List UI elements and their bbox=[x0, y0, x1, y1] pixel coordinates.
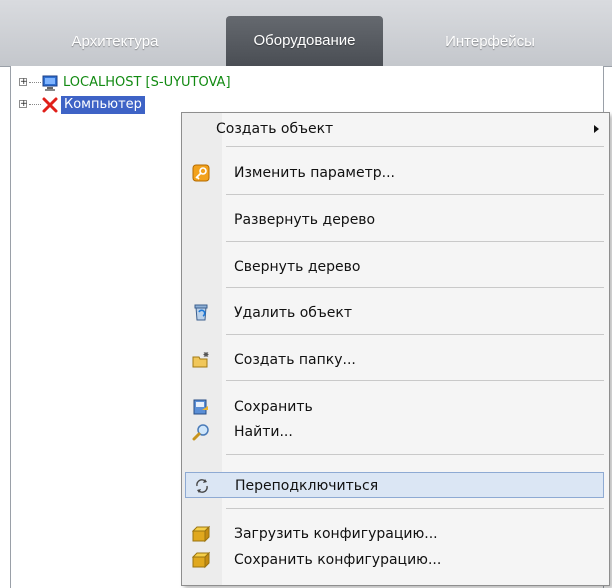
tree-connector bbox=[29, 82, 41, 83]
expand-icon[interactable]: + bbox=[19, 78, 28, 87]
menu-item-edit-parameter[interactable]: Изменить параметр... bbox=[182, 160, 609, 186]
menu-separator bbox=[226, 241, 604, 242]
menu-separator bbox=[226, 454, 604, 455]
menu-separator bbox=[226, 194, 604, 195]
menu-item-label: Найти... bbox=[234, 424, 293, 440]
menu-item-label: Сохранить bbox=[234, 399, 313, 415]
menu-item-reconnect[interactable]: Переподключиться bbox=[185, 472, 604, 498]
tree-connector bbox=[29, 104, 41, 105]
reconnect-icon bbox=[193, 477, 211, 495]
tree-node-label: Компьютер bbox=[61, 96, 145, 114]
menu-item-label: Свернуть дерево bbox=[234, 259, 361, 275]
key-icon bbox=[192, 164, 210, 182]
menu-item-save[interactable]: Сохранить bbox=[182, 394, 609, 420]
save-config-icon bbox=[191, 551, 211, 569]
save-icon bbox=[192, 398, 210, 416]
tab-equipment[interactable]: Оборудование bbox=[226, 16, 383, 66]
menu-item-label: Создать папку... bbox=[234, 352, 356, 368]
menu-separator bbox=[226, 508, 604, 509]
menu-separator bbox=[226, 287, 604, 288]
menu-item-label: Удалить объект bbox=[234, 305, 353, 321]
menu-item-create-folder[interactable]: Создать папку... bbox=[182, 347, 609, 373]
tab-bar: Архитектура Оборудование Интерфейсы bbox=[0, 0, 612, 67]
menu-item-label: Переподключиться bbox=[235, 478, 379, 494]
new-folder-icon bbox=[192, 351, 210, 369]
tab-architecture[interactable]: Архитектура bbox=[30, 18, 200, 66]
tree-node-label: LOCALHOST [S-UYUTOVA] bbox=[63, 75, 231, 90]
menu-item-expand-tree[interactable]: Развернуть дерево bbox=[182, 207, 609, 233]
expand-icon[interactable]: + bbox=[19, 100, 28, 109]
recycle-bin-icon bbox=[192, 304, 210, 322]
magnifier-icon bbox=[192, 423, 210, 441]
menu-item-label: Создать объект bbox=[216, 121, 334, 137]
menu-item-label: Загрузить конфигурацию... bbox=[234, 526, 438, 542]
menu-separator bbox=[226, 146, 604, 147]
menu-separator bbox=[226, 334, 604, 335]
menu-item-collapse-tree[interactable]: Свернуть дерево bbox=[182, 254, 609, 280]
load-config-icon bbox=[191, 525, 211, 543]
menu-separator bbox=[226, 380, 604, 381]
submenu-arrow-icon bbox=[594, 125, 599, 133]
menu-item-save-configuration[interactable]: Сохранить конфигурацию... bbox=[182, 547, 609, 573]
menu-item-delete-object[interactable]: Удалить объект bbox=[182, 300, 609, 326]
menu-item-label: Сохранить конфигурацию... bbox=[234, 552, 442, 568]
menu-item-label: Изменить параметр... bbox=[234, 165, 395, 181]
monitor-icon bbox=[41, 74, 59, 92]
menu-item-create-object[interactable]: Создать объект bbox=[182, 116, 609, 142]
context-menu: Создать объект Изменить параметр... Разв… bbox=[181, 112, 610, 586]
red-cross-icon bbox=[41, 96, 59, 114]
menu-item-label: Развернуть дерево bbox=[234, 212, 376, 228]
menu-item-load-configuration[interactable]: Загрузить конфигурацию... bbox=[182, 521, 609, 547]
menu-item-find[interactable]: Найти... bbox=[182, 419, 609, 445]
tab-interfaces[interactable]: Интерфейсы bbox=[405, 18, 575, 66]
